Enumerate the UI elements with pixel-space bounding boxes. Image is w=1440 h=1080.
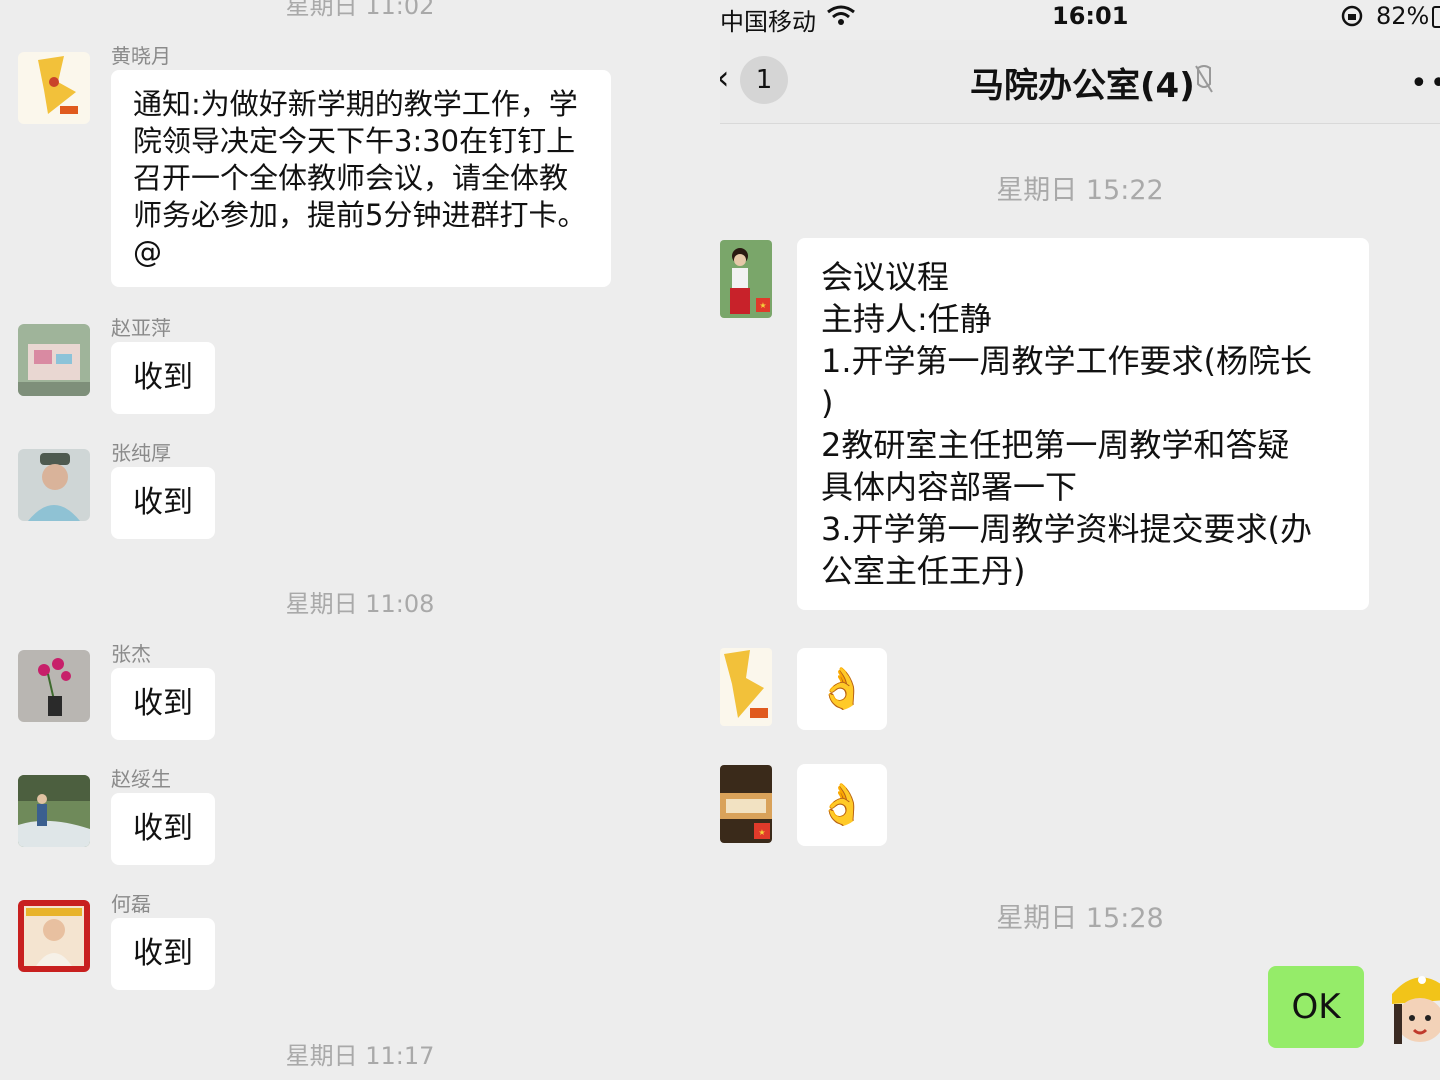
message-bubble[interactable]: 收到 — [111, 467, 215, 539]
message-bubble[interactable]: 收到 — [111, 342, 215, 414]
timestamp: 星期日 11:02 — [285, 0, 435, 20]
timestamp: 星期日 11:08 — [285, 590, 435, 618]
sender-name: 赵绥生 — [111, 767, 171, 791]
sender-name: 黄晓月 — [111, 44, 171, 68]
agenda-bubble[interactable]: 会议议程 主持人:任静 1.开学第一周教学工作要求(杨院长 ) 2教研室主任把第… — [797, 238, 1369, 610]
svg-text:★: ★ — [758, 828, 765, 837]
left-chat-panel: 星期日 11:02 黄晓月 通知:为做好新学期的教学工作，学院领导决定今天下午3… — [0, 0, 720, 1080]
message-bubble[interactable]: 收到 — [111, 793, 215, 865]
battery-percent: 82% — [1376, 2, 1430, 30]
avatar[interactable] — [18, 775, 90, 847]
wifi-icon — [826, 4, 856, 32]
timestamp: 星期日 15:28 — [996, 903, 1164, 934]
back-unread-badge[interactable]: 1 — [740, 56, 788, 104]
avatar[interactable] — [720, 648, 772, 726]
agenda-line: 3.开学第一周教学资料提交要求(办 — [821, 510, 1313, 548]
back-chevron-icon[interactable]: ‹ — [720, 58, 730, 98]
avatar[interactable] — [18, 324, 90, 396]
sender-name: 张杰 — [111, 642, 151, 666]
more-options-icon[interactable]: •• — [1410, 66, 1440, 101]
status-time: 16:01 — [1052, 2, 1129, 30]
timestamp: 星期日 11:17 — [285, 1042, 435, 1070]
ok-hand-emoji-bubble[interactable]: 👌 — [797, 764, 887, 846]
agenda-line: 主持人:任静 — [821, 300, 992, 338]
right-chat-panel: 中国移动 16:01 82% ‹ 1 马院办公室(4) • — [720, 0, 1440, 1080]
agenda-line: 2教研室主任把第一周教学和答疑 — [821, 426, 1290, 464]
avatar[interactable] — [18, 449, 90, 521]
svg-text:★: ★ — [759, 301, 766, 310]
avatar[interactable] — [18, 900, 90, 972]
mute-icon — [1194, 64, 1214, 98]
self-avatar[interactable] — [1388, 964, 1440, 1050]
sender-name: 何磊 — [111, 892, 151, 916]
message-bubble[interactable]: 通知:为做好新学期的教学工作，学院领导决定今天下午3:30在钉钉上召开一个全体教… — [111, 70, 611, 287]
self-message-bubble[interactable]: OK — [1268, 966, 1364, 1048]
avatar[interactable] — [18, 650, 90, 722]
avatar[interactable]: ★ — [720, 240, 772, 318]
status-bar: 中国移动 16:01 82% — [720, 0, 1440, 36]
rotation-lock-icon — [1340, 4, 1364, 34]
chat-header: ‹ 1 马院办公室(4) •• — [720, 40, 1440, 124]
timestamp: 星期日 15:22 — [996, 175, 1164, 206]
ok-hand-emoji-bubble[interactable]: 👌 — [797, 648, 887, 730]
agenda-line: 具体内容部署一下 — [821, 468, 1078, 506]
sender-name: 赵亚萍 — [111, 316, 171, 340]
sender-name: 张纯厚 — [111, 441, 171, 465]
carrier-label: 中国移动 — [720, 8, 816, 36]
agenda-line: 公室主任王丹) — [821, 552, 1026, 590]
battery-icon — [1432, 6, 1440, 28]
agenda-line: 1.开学第一周教学工作要求(杨院长 — [821, 342, 1313, 380]
chat-title: 马院办公室(4) — [970, 66, 1195, 106]
message-bubble[interactable]: 收到 — [111, 918, 215, 990]
agenda-line: 会议议程 — [821, 258, 950, 296]
agenda-line: ) — [821, 384, 834, 422]
avatar[interactable] — [18, 52, 90, 124]
avatar[interactable]: ★ — [720, 765, 772, 843]
message-bubble[interactable]: 收到 — [111, 668, 215, 740]
